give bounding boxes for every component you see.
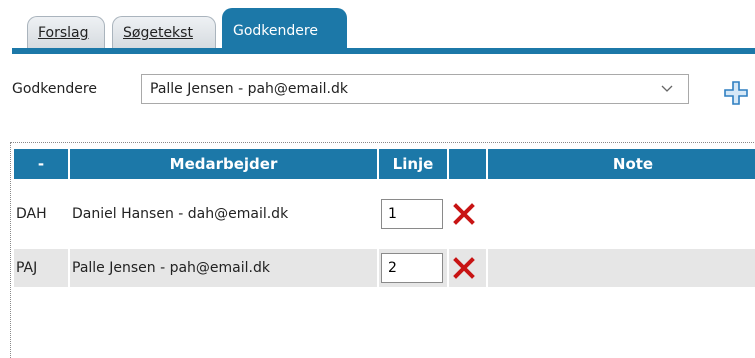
row-note xyxy=(488,249,755,287)
header-delete xyxy=(449,149,486,179)
header-line: Linje xyxy=(379,149,447,179)
approver-label: Godkendere xyxy=(12,81,97,97)
close-icon[interactable] xyxy=(453,257,475,279)
row-note xyxy=(488,181,755,247)
header-note: Note xyxy=(488,149,755,179)
row-delete-cell xyxy=(449,249,486,287)
table-row: DAH Daniel Hansen - dah@email.dk xyxy=(11,181,755,247)
close-icon[interactable] xyxy=(453,203,475,225)
approvers-table: - Medarbejder Linje Note DAH Daniel Hans… xyxy=(10,142,755,358)
row-employee: Palle Jensen - pah@email.dk xyxy=(70,249,377,287)
tab-forslag[interactable]: Forslag xyxy=(27,16,105,48)
row-employee: Daniel Hansen - dah@email.dk xyxy=(72,206,289,222)
tab-godkendere[interactable]: Godkendere xyxy=(222,8,347,48)
chevron-down-icon xyxy=(660,75,674,113)
tab-sogetekst[interactable]: Søgetekst xyxy=(112,16,216,48)
row-delete-cell xyxy=(449,181,486,247)
header-employee: Medarbejder xyxy=(70,149,377,179)
tab-bar: Forslag Søgetekst Godkendere xyxy=(0,0,755,54)
row-code: DAH xyxy=(16,206,47,222)
plus-icon[interactable] xyxy=(723,80,749,106)
approver-row: Godkendere Palle Jensen - pah@email.dk xyxy=(0,73,755,107)
line-input[interactable] xyxy=(381,199,443,229)
tab-underline xyxy=(12,48,755,54)
approver-select[interactable]: Palle Jensen - pah@email.dk xyxy=(141,74,689,104)
row-line-cell xyxy=(379,249,447,287)
approver-selected-value: Palle Jensen - pah@email.dk xyxy=(150,81,348,97)
header-dash: - xyxy=(14,149,68,179)
row-code: PAJ xyxy=(14,249,68,287)
table-row: PAJ Palle Jensen - pah@email.dk xyxy=(11,249,755,287)
row-line-cell xyxy=(379,181,447,247)
line-input[interactable] xyxy=(381,253,443,283)
